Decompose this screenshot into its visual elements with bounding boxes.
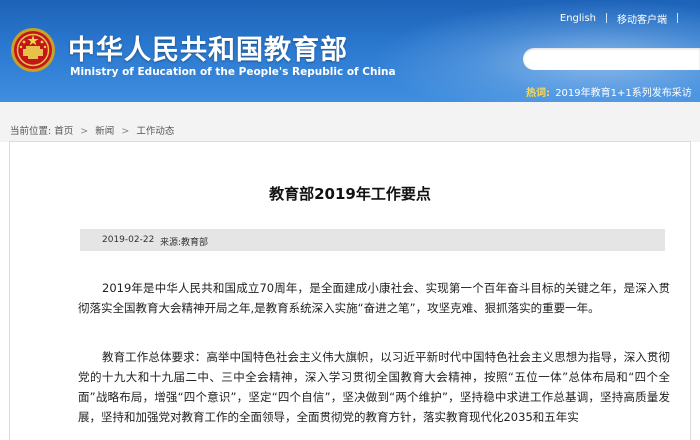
mobile-client-link[interactable]: 移动客户端 — [617, 11, 667, 26]
article-source: 来源:教育部 — [160, 238, 209, 248]
article-date: 2019-02-22 — [102, 235, 155, 245]
site-header: 中华人民共和国教育部 Ministry of Education of the … — [0, 0, 700, 102]
breadcrumb-label: 当前位置: — [10, 126, 52, 137]
hot-words: 热词: 2019年教育1+1系列发布采访 — [526, 84, 692, 99]
breadcrumb-separator: > — [121, 126, 130, 137]
top-links: English 移动客户端 — [560, 11, 688, 26]
breadcrumb-home[interactable]: 首页 — [54, 126, 73, 137]
breadcrumb: 当前位置: 首页 > 新闻 > 工作动态 — [10, 123, 174, 137]
hot-words-label: 热词: — [526, 88, 550, 99]
site-title: 中华人民共和国教育部 — [68, 35, 348, 66]
national-emblem-icon — [11, 28, 55, 72]
hot-word-link[interactable]: 2019年教育1+1系列发布采访 — [555, 88, 692, 99]
article-paragraph: 2019年是中华人民共和国成立70周年，是全面建成小康社会、实现第一个百年奋斗目… — [78, 281, 670, 315]
english-link[interactable]: English — [560, 13, 596, 24]
breadcrumb-separator: > — [80, 126, 89, 137]
link-divider — [677, 13, 678, 23]
article-meta-bar: 2019-02-22 来源:教育部 — [80, 229, 665, 251]
search-box — [523, 48, 700, 70]
breadcrumb-work-news[interactable]: 工作动态 — [136, 126, 174, 137]
site-subtitle: Ministry of Education of the People's Re… — [70, 66, 396, 78]
article-paragraph: 教育工作总体要求：高举中国特色社会主义伟大旗帜，以习近平新时代中国特色社会主义思… — [78, 350, 670, 424]
search-input[interactable] — [533, 53, 697, 67]
article-title: 教育部2019年工作要点 — [269, 185, 431, 203]
breadcrumb-news[interactable]: 新闻 — [95, 126, 114, 137]
link-divider — [606, 13, 607, 23]
